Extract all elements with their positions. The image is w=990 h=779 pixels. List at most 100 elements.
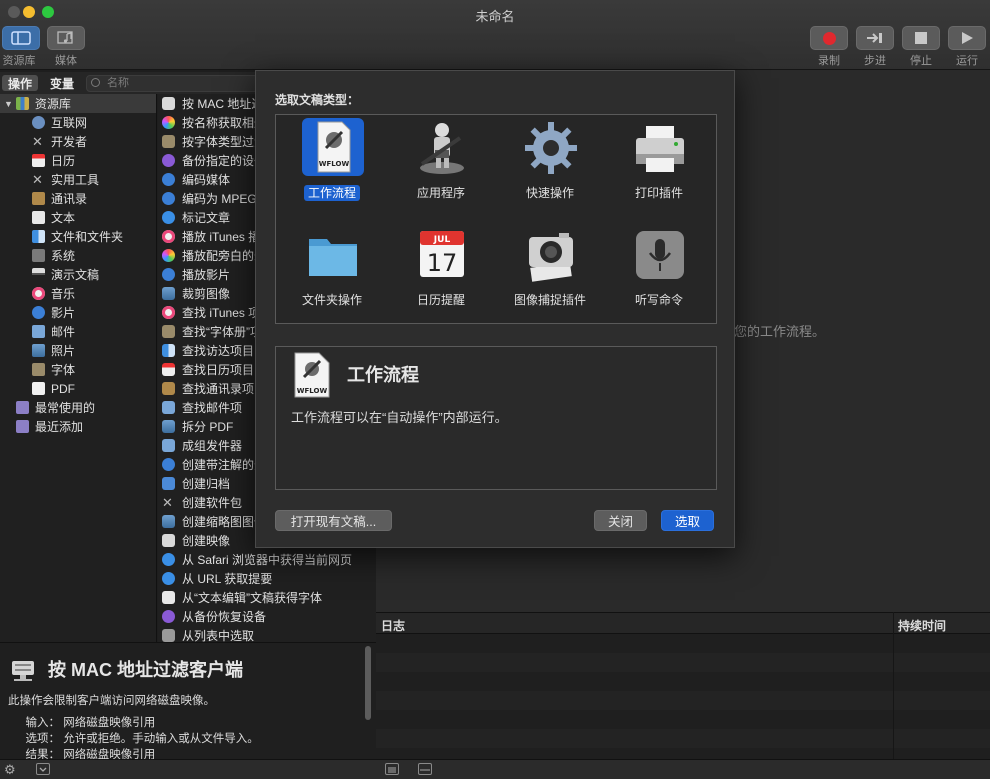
type-workflow[interactable]: WFLOW 工作流程 [277, 118, 387, 218]
choose-button[interactable]: 选取 [661, 510, 714, 531]
type-calendar-alarm[interactable]: JUL 17 日历提醒 [386, 225, 496, 325]
table-row [376, 653, 990, 672]
log-column-divider[interactable] [893, 612, 894, 759]
document-type-sheet: 选取文稿类型： WFLOW 工作流程 应用程序 快速操作 打印插件 文件夹操作 … [255, 70, 735, 548]
list-item[interactable]: 创建映像 [162, 531, 230, 550]
sidebar-item-label: 最常使用的 [35, 401, 96, 415]
list-item[interactable]: 成组发件器 [162, 436, 242, 455]
safari-icon [162, 211, 175, 224]
media-label: 媒体 [55, 55, 77, 67]
table-row [376, 691, 990, 710]
svg-text:WFLOW: WFLOW [297, 387, 328, 395]
step-button[interactable] [856, 26, 894, 50]
sidebar-item-music[interactable]: 音乐 [32, 284, 75, 303]
type-print-plugin[interactable]: 打印插件 [604, 118, 714, 218]
sidebar-item-most-used[interactable]: 最常使用的 [16, 398, 95, 417]
record-button[interactable] [810, 26, 848, 50]
list-item[interactable]: 查找日历项目 [162, 360, 254, 379]
list-item[interactable]: 按名称获取相册 [162, 113, 266, 132]
sidebar-item-pdf[interactable]: PDF [32, 379, 75, 398]
sidebar-item-contacts[interactable]: 通讯录 [32, 189, 87, 208]
split-view-icon [420, 769, 430, 771]
sidebar-item-photos[interactable]: 照片 [32, 341, 75, 360]
gear-icon[interactable]: ⚙ [4, 762, 16, 778]
sidebar-item-label: 日历 [51, 154, 76, 168]
open-existing-document-button[interactable]: 打开现有文稿... [275, 510, 392, 531]
disclosure-triangle-icon[interactable]: ▼ [4, 99, 13, 109]
sidebar-item-internet[interactable]: 互联网 [32, 113, 87, 132]
sidebar-item-movies[interactable]: 影片 [32, 303, 75, 322]
list-item[interactable]: 播放影片 [162, 265, 230, 284]
list-item[interactable]: 拆分 PDF [162, 417, 233, 436]
info-title: 工作流程 [347, 365, 419, 385]
description-scrollbar[interactable] [365, 646, 371, 720]
list-item[interactable]: 从备份恢复设备 [162, 607, 266, 626]
list-item-label: 查找通讯录项目 [182, 382, 267, 396]
sidebar-item-recently-added[interactable]: 最近添加 [16, 417, 83, 436]
sidebar-item-text[interactable]: 文本 [32, 208, 75, 227]
list-item-label: 创建缩略图图像 [182, 515, 267, 529]
workflow-icon: WFLOW [294, 352, 330, 398]
type-folder-action[interactable]: 文件夹操作 [277, 225, 387, 325]
type-quick-action-label: 快速操作 [525, 186, 574, 200]
sidebar-item-label: 音乐 [51, 287, 76, 301]
presentation-icon [32, 268, 45, 281]
quicktime-icon [162, 192, 175, 205]
sidebar-item-presentations[interactable]: 演示文稿 [32, 265, 99, 284]
duration-column-header[interactable]: 持续时间 [898, 617, 946, 634]
log-column-header[interactable]: 日志 [381, 617, 405, 634]
apple-configurator-icon [162, 154, 175, 167]
list-item[interactable]: 查找通讯录项目 [162, 379, 266, 398]
action-description-pane: 按 MAC 地址过滤客户端 此操作会限制客户端访问网络磁盘映像。 输入： 网络磁… [0, 642, 376, 761]
list-view-button[interactable] [385, 763, 399, 775]
type-application[interactable]: 应用程序 [386, 118, 496, 218]
type-dictation-command[interactable]: 听写命令 [604, 225, 714, 325]
list-item[interactable]: 查找访达项目 [162, 341, 254, 360]
sidebar-item-fonts[interactable]: 字体 [32, 360, 75, 379]
list-item[interactable]: 从“文本编辑”文稿获得字体 [162, 588, 322, 607]
tab-actions[interactable]: 操作 [2, 75, 38, 91]
tab-variables[interactable]: 变量 [44, 75, 80, 91]
list-item[interactable]: 从列表中选取 [162, 626, 254, 642]
automator-robot-icon [414, 120, 470, 176]
sidebar-item-label: 最近添加 [35, 420, 84, 434]
list-item-label: 从列表中选取 [182, 629, 255, 642]
list-item[interactable]: 备份指定的设备 [162, 151, 266, 170]
library-root[interactable]: ▼ 资源库 [0, 94, 156, 113]
sidebar-item-calendar[interactable]: 日历 [32, 151, 75, 170]
sidebar-item-developer[interactable]: ✕ 开发者 [32, 132, 87, 151]
sidebar-item-label: 系统 [51, 249, 76, 263]
run-button[interactable] [948, 26, 986, 50]
stop-button[interactable] [902, 26, 940, 50]
text-document-icon [32, 211, 45, 224]
list-item-label: 播放影片 [182, 268, 231, 282]
sidebar-item-label: 通讯录 [51, 192, 88, 206]
list-item[interactable]: ✕ 创建软件包 [162, 493, 242, 512]
music-icon [32, 287, 45, 300]
list-item[interactable]: 创建归档 [162, 474, 230, 493]
action-input-row: 输入： 网络磁盘映像引用 [8, 714, 374, 730]
list-item-label: 从 URL 获取提要 [182, 572, 273, 586]
close-button[interactable]: 关闭 [594, 510, 647, 531]
description-toggle-button[interactable] [36, 763, 50, 775]
list-item[interactable]: 从 Safari 浏览器中获得当前网页 [162, 550, 352, 569]
list-item[interactable]: 创建缩略图图像 [162, 512, 266, 531]
list-item[interactable]: 从 URL 获取提要 [162, 569, 272, 588]
list-item-label: 从 Safari 浏览器中获得当前网页 [182, 553, 353, 567]
type-image-capture-plugin[interactable]: 图像捕捉插件 [495, 225, 605, 325]
bottom-bar: ⚙ [0, 759, 990, 779]
preview-icon [162, 515, 175, 528]
list-item[interactable]: 编码媒体 [162, 170, 230, 189]
library-toggle-button[interactable] [2, 26, 40, 50]
sidebar-item-files-folders[interactable]: 文件和文件夹 [32, 227, 123, 246]
type-quick-action[interactable]: 快速操作 [495, 118, 605, 218]
sidebar-item-system[interactable]: 系统 [32, 246, 75, 265]
input-key: 输入： [25, 717, 61, 729]
list-item[interactable]: 查找邮件项 [162, 398, 242, 417]
media-button[interactable] [47, 26, 85, 50]
sidebar-item-utilities[interactable]: ✕ 实用工具 [32, 170, 99, 189]
sidebar-item-mail[interactable]: 邮件 [32, 322, 75, 341]
split-view-button[interactable] [418, 763, 432, 775]
list-item[interactable]: 裁剪图像 [162, 284, 230, 303]
list-item[interactable]: 标记文章 [162, 208, 230, 227]
